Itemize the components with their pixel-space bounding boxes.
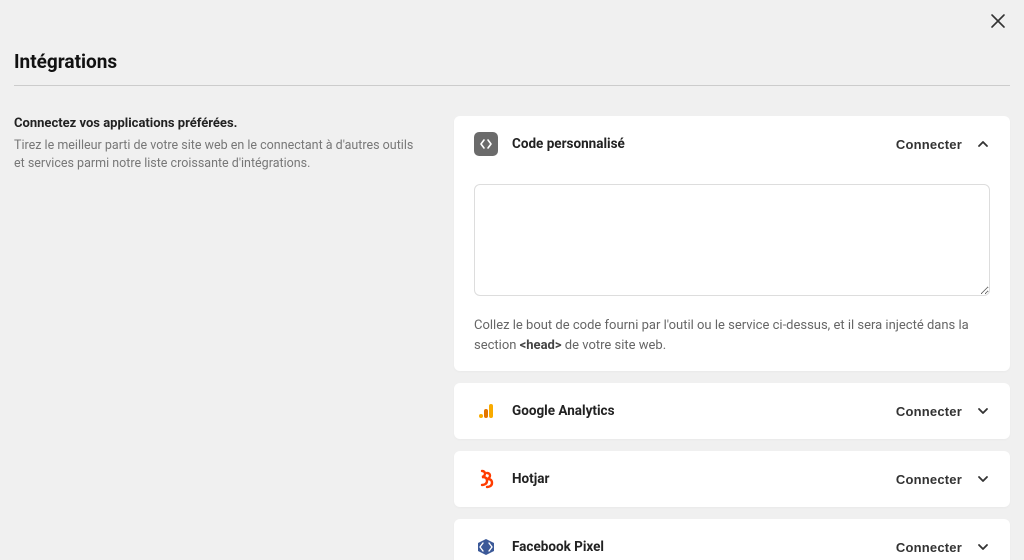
connect-button[interactable]: Connecter	[896, 472, 962, 487]
chevron-down-icon[interactable]	[976, 472, 990, 486]
integration-card-google-analytics: Google Analytics Connecter	[454, 383, 1010, 439]
connect-button[interactable]: Connecter	[896, 137, 962, 152]
helper-tag: <head>	[520, 338, 562, 353]
code-icon	[474, 132, 498, 156]
divider	[14, 85, 1010, 86]
integration-title: Facebook Pixel	[512, 539, 882, 555]
integration-header-facebook-pixel[interactable]: Facebook Pixel Connecter	[474, 535, 990, 559]
integration-title: Code personnalisé	[512, 136, 882, 152]
sidebar-heading: Connectez vos applications préférées.	[14, 116, 414, 131]
hotjar-icon	[474, 467, 498, 491]
integration-card-facebook-pixel: Facebook Pixel Connecter	[454, 519, 1010, 560]
sidebar-info: Connectez vos applications préférées. Ti…	[14, 116, 414, 173]
integration-card-hotjar: Hotjar Connecter	[454, 451, 1010, 507]
custom-code-helper: Collez le bout de code fourni par l'outi…	[474, 316, 990, 355]
integration-header-google-analytics[interactable]: Google Analytics Connecter	[474, 399, 990, 423]
helper-suffix: de votre site web.	[562, 338, 667, 353]
integration-header-custom-code[interactable]: Code personnalisé Connecter	[474, 132, 990, 156]
google-analytics-icon	[474, 399, 498, 423]
chevron-up-icon[interactable]	[976, 137, 990, 151]
connect-button[interactable]: Connecter	[896, 540, 962, 555]
content-scroll[interactable]: Intégrations Connectez vos applications …	[0, 0, 1024, 560]
custom-code-textarea[interactable]	[474, 184, 990, 296]
facebook-pixel-icon	[474, 535, 498, 559]
integrations-list: Code personnalisé Connecter Collez le bo…	[454, 116, 1010, 560]
page-title: Intégrations	[14, 50, 1010, 73]
connect-button[interactable]: Connecter	[896, 404, 962, 419]
integration-title: Hotjar	[512, 471, 882, 487]
integration-header-hotjar[interactable]: Hotjar Connecter	[474, 467, 990, 491]
integration-title: Google Analytics	[512, 403, 882, 419]
integration-card-custom-code: Code personnalisé Connecter Collez le bo…	[454, 116, 1010, 371]
chevron-down-icon[interactable]	[976, 404, 990, 418]
close-icon[interactable]	[990, 10, 1006, 34]
chevron-down-icon[interactable]	[976, 540, 990, 554]
sidebar-description: Tirez le meilleur parti de votre site we…	[14, 137, 414, 173]
